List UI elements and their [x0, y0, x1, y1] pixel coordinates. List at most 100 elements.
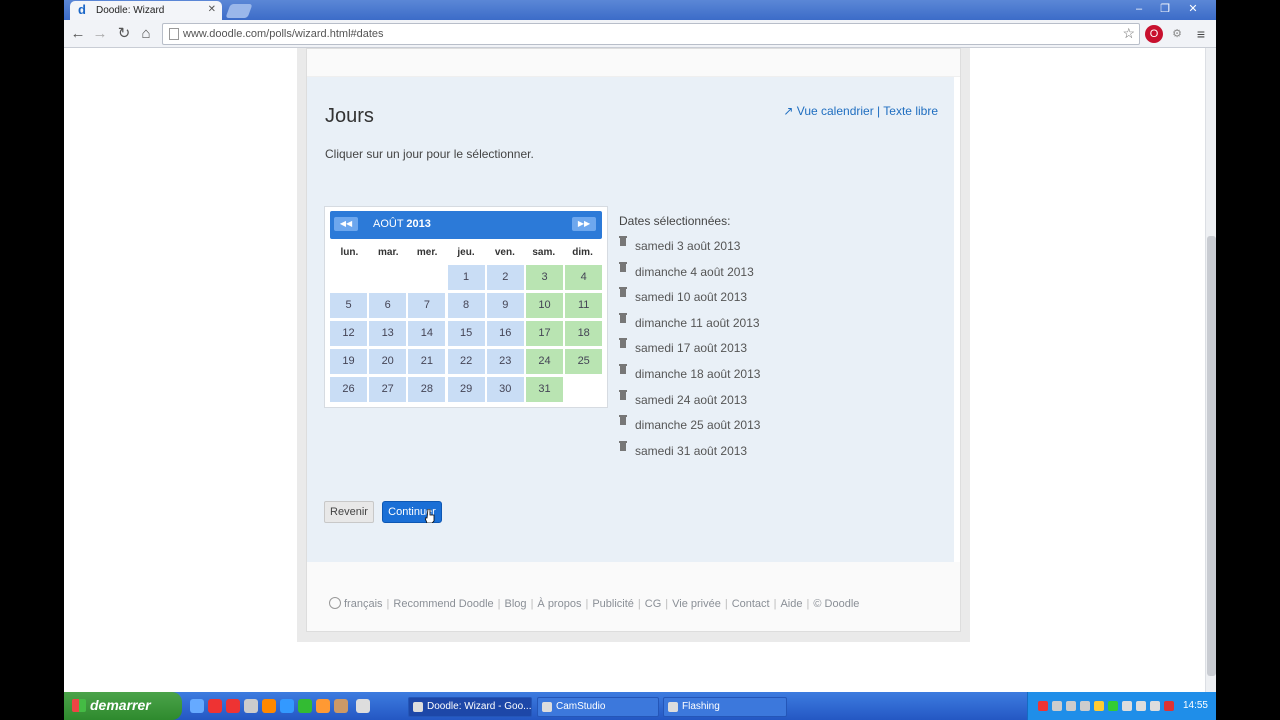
trash-icon[interactable]: [619, 312, 628, 323]
footer-link[interactable]: Aide: [780, 598, 802, 610]
calendar-day[interactable]: 9: [486, 293, 524, 318]
footer-link[interactable]: Publicité: [592, 598, 634, 610]
calendar-day[interactable]: 30: [486, 377, 524, 402]
quicklaunch-tool-icon[interactable]: [334, 699, 348, 713]
home-icon[interactable]: ⌂: [136, 24, 156, 44]
free-text-link[interactable]: Texte libre: [883, 104, 938, 118]
footer-link[interactable]: Recommend Doodle: [393, 598, 493, 610]
wizard-card: Jours ↗ Vue calendrier | Texte libre Cli…: [306, 48, 961, 632]
tray-network-icon[interactable]: [1108, 701, 1118, 711]
tray-antivirus-icon[interactable]: [1164, 701, 1174, 711]
extension-opera-icon[interactable]: O: [1145, 25, 1163, 43]
calendar-day[interactable]: 20: [369, 349, 407, 374]
tray-window-icon-2[interactable]: [1066, 701, 1076, 711]
calendar-day[interactable]: 19: [330, 349, 367, 374]
calendar-day[interactable]: 13: [369, 321, 407, 346]
calendar-day[interactable]: 25: [565, 349, 603, 374]
footer-link[interactable]: CG: [645, 598, 662, 610]
calendar-day[interactable]: 5: [330, 293, 367, 318]
trash-icon[interactable]: [619, 440, 628, 451]
calendar-day[interactable]: 18: [565, 321, 603, 346]
quicklaunch-app-icon[interactable]: [298, 699, 312, 713]
quicklaunch-chrome-icon[interactable]: [208, 699, 222, 713]
calendar-day[interactable]: 2: [486, 265, 524, 290]
new-tab-button[interactable]: [225, 4, 253, 18]
calendar-day[interactable]: 12: [330, 321, 367, 346]
browser-tab[interactable]: d Doodle: Wizard ✕: [70, 1, 222, 20]
tab-close-icon[interactable]: ✕: [208, 4, 216, 15]
calendar-day[interactable]: 14: [408, 321, 446, 346]
calendar-day[interactable]: 26: [330, 377, 367, 402]
trash-icon[interactable]: [619, 389, 628, 400]
taskbar-task[interactable]: CamStudio: [537, 697, 659, 717]
tray-app-icon[interactable]: [1038, 701, 1048, 711]
page-scrollbar[interactable]: [1205, 48, 1216, 692]
calendar-day[interactable]: 28: [408, 377, 446, 402]
calendar-day[interactable]: 10: [526, 293, 563, 318]
close-window-icon[interactable]: ✕: [1182, 1, 1204, 17]
footer-link[interactable]: © Doodle: [813, 598, 859, 610]
quicklaunch-desktop-icon[interactable]: [356, 699, 370, 713]
back-button[interactable]: Revenir: [324, 501, 374, 523]
calendar-day[interactable]: 15: [447, 321, 485, 346]
trash-icon[interactable]: [619, 287, 628, 298]
calendar-day[interactable]: 24: [526, 349, 563, 374]
trash-icon[interactable]: [619, 236, 628, 246]
quicklaunch-ie-icon[interactable]: [190, 699, 204, 713]
footer-link[interactable]: Contact: [732, 598, 770, 610]
quicklaunch-ccleaner-icon[interactable]: [226, 699, 240, 713]
tray-window-icon[interactable]: [1052, 701, 1062, 711]
tray-wifi-icon[interactable]: [1122, 701, 1132, 711]
footer-link[interactable]: français: [344, 598, 383, 610]
footer-link[interactable]: Blog: [505, 598, 527, 610]
calendar-day[interactable]: 7: [408, 293, 446, 318]
scrollbar-thumb[interactable]: [1207, 236, 1216, 676]
footer-link[interactable]: Vie privée: [672, 598, 721, 610]
weekday-label: dim.: [572, 247, 593, 258]
calendar-day[interactable]: 23: [486, 349, 524, 374]
quicklaunch-firefox-icon[interactable]: [262, 699, 276, 713]
calendar-day[interactable]: 8: [447, 293, 485, 318]
taskbar-task[interactable]: Flashing: [663, 697, 787, 717]
bookmark-star-icon[interactable]: ☆: [1122, 25, 1135, 42]
quicklaunch-text-icon[interactable]: [244, 699, 258, 713]
calendar-month: AOÛT: [373, 218, 404, 230]
prev-month-icon[interactable]: ◀◀: [334, 217, 358, 231]
reload-icon[interactable]: ↻: [114, 24, 134, 44]
calendar-day[interactable]: 4: [565, 265, 603, 290]
next-month-icon[interactable]: ▶▶: [572, 217, 596, 231]
selected-date-item: samedi 10 août 2013: [619, 287, 747, 304]
calendar-day[interactable]: 16: [486, 321, 524, 346]
back-icon[interactable]: ←: [68, 24, 88, 44]
minimize-icon[interactable]: –: [1128, 1, 1150, 17]
quicklaunch-media-icon[interactable]: [316, 699, 330, 713]
menu-icon[interactable]: ≡: [1192, 25, 1210, 43]
trash-icon[interactable]: [619, 364, 628, 374]
start-button[interactable]: demarrer: [64, 692, 182, 720]
calendar-day[interactable]: 31: [526, 377, 563, 402]
footer-link[interactable]: À propos: [537, 598, 581, 610]
trash-icon[interactable]: [619, 415, 628, 426]
forward-icon[interactable]: →: [90, 24, 110, 44]
taskbar-task[interactable]: Doodle: Wizard - Goo...: [408, 697, 532, 717]
address-bar[interactable]: www.doodle.com/polls/wizard.html#dates ☆: [162, 23, 1140, 45]
calendar-day[interactable]: 11: [565, 293, 603, 318]
tray-printer-icon[interactable]: [1150, 701, 1160, 711]
extension-translate-icon[interactable]: ⚙: [1168, 25, 1186, 43]
calendar-day[interactable]: 17: [526, 321, 563, 346]
trash-icon[interactable]: [619, 261, 628, 272]
calendar-day[interactable]: 22: [447, 349, 485, 374]
calendar-day[interactable]: 21: [408, 349, 446, 374]
calendar-day[interactable]: 29: [447, 377, 485, 402]
calendar-day[interactable]: 3: [526, 265, 563, 290]
quicklaunch-ie-icon-2[interactable]: [280, 699, 294, 713]
calendar-view-link[interactable]: Vue calendrier: [797, 104, 874, 118]
calendar-day[interactable]: 1: [447, 265, 485, 290]
calendar-day[interactable]: 6: [369, 293, 407, 318]
restore-icon[interactable]: ❐: [1154, 1, 1176, 17]
tray-volume-icon[interactable]: [1136, 701, 1146, 711]
calendar-day[interactable]: 27: [369, 377, 407, 402]
tray-window-icon-3[interactable]: [1080, 701, 1090, 711]
trash-icon[interactable]: [619, 338, 628, 349]
tray-shield-icon[interactable]: [1094, 701, 1104, 711]
